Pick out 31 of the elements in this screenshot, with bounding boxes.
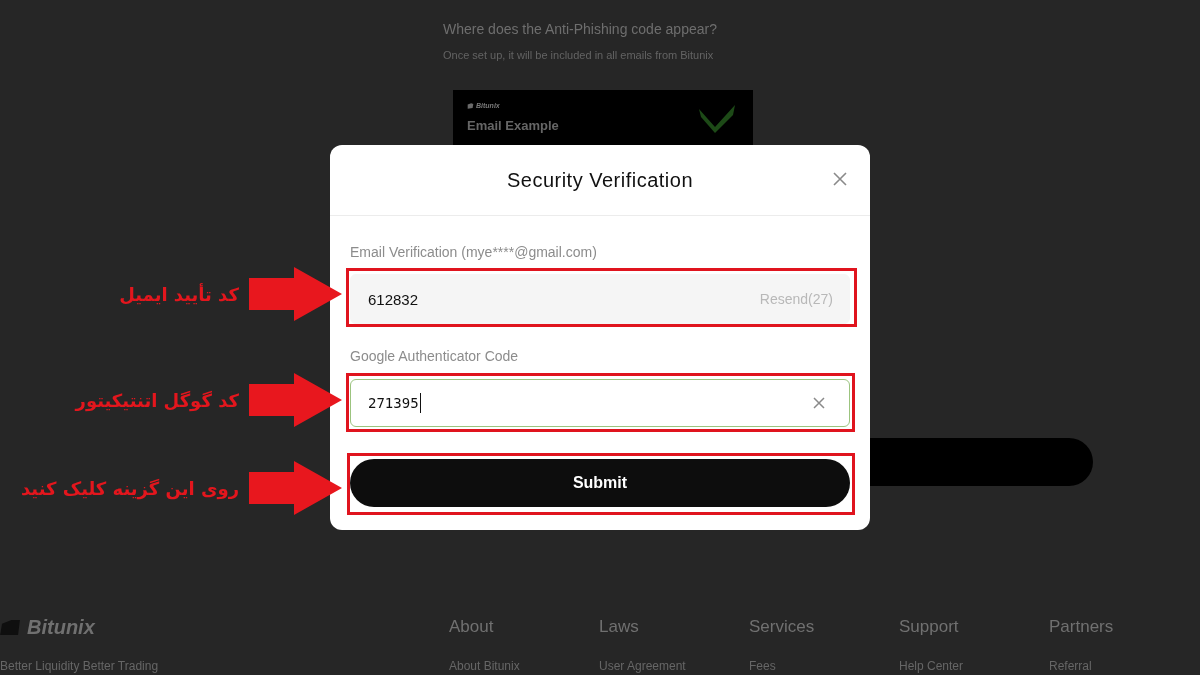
logo-icon	[467, 102, 474, 109]
logo-icon	[0, 618, 21, 636]
footer-brand: Bitunix	[27, 617, 95, 637]
field-label: Email Verification (mye****@gmail.com)	[350, 243, 598, 261]
code-input-field[interactable]: 612832 Resend(27)	[350, 274, 850, 324]
submit-button[interactable]: Submit	[350, 459, 850, 507]
footer-heading: Support	[899, 617, 959, 637]
footer-link[interactable]: Help Center	[899, 659, 964, 673]
footer-link[interactable]: About Bitunix	[449, 659, 520, 673]
footer-tagline: Better Liquidity Better Trading	[0, 659, 160, 673]
footer-link[interactable]: Referral	[1049, 659, 1092, 673]
footer-heading: Services	[749, 617, 815, 637]
arrow-icon	[249, 461, 342, 515]
footer-link[interactable]: Fees	[749, 659, 776, 673]
footer-link[interactable]: User Agreement	[599, 659, 686, 673]
arrow-icon	[249, 267, 342, 321]
close-icon[interactable]	[833, 172, 847, 186]
footer-heading: Laws	[599, 617, 639, 637]
code-input-field[interactable]: 271395	[350, 379, 850, 427]
annotation-text: کد تأیید ایمیل	[119, 283, 239, 305]
field-label: Google Authenticator Code	[350, 347, 520, 365]
card-title: Email Example	[467, 117, 559, 134]
dialog-title: Security Verification	[506, 168, 694, 192]
resend-link[interactable]: Resend(27)	[759, 291, 833, 307]
annotation-text: کد گوگل اتنتیکیتور	[75, 389, 239, 411]
clear-icon[interactable]	[813, 397, 825, 409]
annotation-text: روی این گزینه کلیک کنید	[20, 477, 239, 499]
footer-heading: About	[449, 617, 494, 637]
footer-heading: Partners	[1049, 617, 1114, 637]
arrow-icon	[249, 373, 342, 427]
section-heading: Where does the Anti-Phishing code appear?	[443, 21, 718, 37]
